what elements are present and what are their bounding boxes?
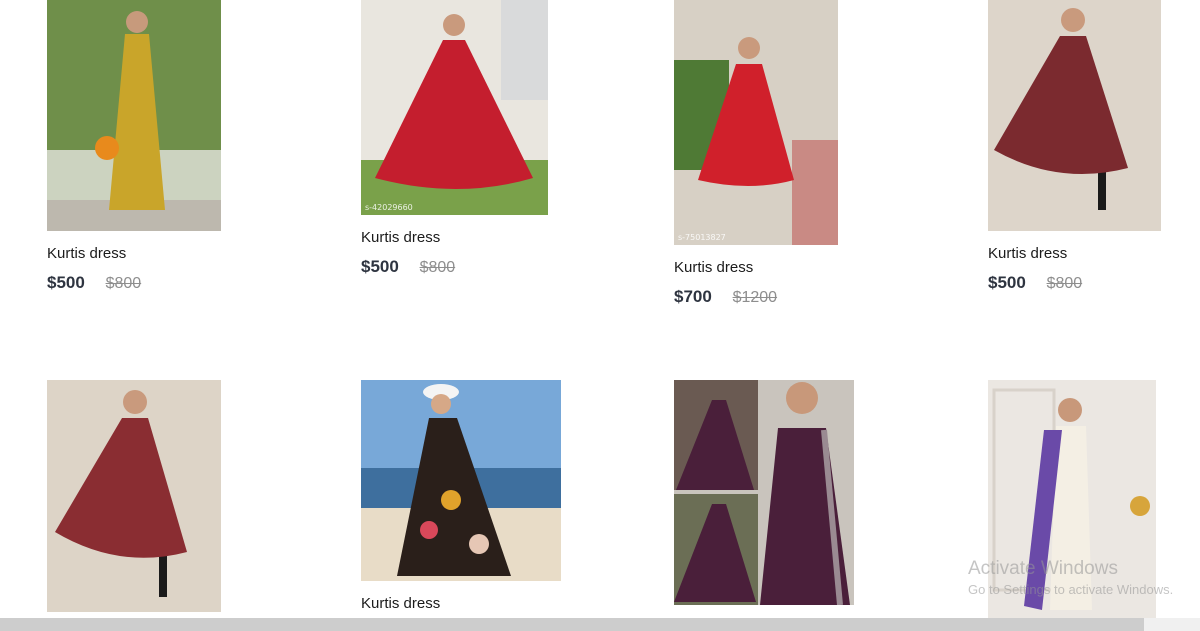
model-head	[1058, 398, 1082, 422]
fruit-basket	[95, 136, 119, 160]
product-photo	[361, 380, 561, 581]
print-flower	[469, 534, 489, 554]
print-flower	[441, 490, 461, 510]
lamp	[1130, 496, 1150, 516]
product-name[interactable]: Kurtis dress	[674, 259, 838, 276]
watermark-title: Activate Windows	[968, 558, 1118, 579]
model-head	[443, 14, 465, 36]
product-photo	[674, 380, 854, 605]
watermark-subtitle: Go to Settings to activate Windows.	[968, 582, 1174, 597]
original-price: $1200	[732, 289, 778, 306]
activation-watermark: Activate Windows Go to Settings to activ…	[968, 558, 1173, 597]
original-price: $800	[105, 275, 142, 292]
product-card[interactable]: s-75013827 Kurtis dress $700 $1200	[674, 0, 838, 307]
price-row: $700 $1200	[674, 287, 838, 307]
product-photo	[47, 380, 221, 612]
product-photo	[361, 0, 548, 215]
product-name[interactable]: Kurtis dress	[988, 245, 1161, 262]
price-row: $500 $800	[47, 273, 221, 293]
sale-price: $700	[674, 287, 712, 306]
model-head	[126, 11, 148, 33]
sku-label: s-75013827	[678, 233, 726, 242]
product-image[interactable]: s-75013827	[674, 0, 838, 245]
model-head	[123, 390, 147, 414]
product-card[interactable]	[674, 380, 854, 605]
sale-price: $500	[47, 273, 85, 292]
product-photo	[47, 0, 221, 231]
product-card[interactable]	[47, 380, 221, 612]
product-image[interactable]	[361, 380, 561, 581]
sku-label: s-42029660	[365, 203, 413, 212]
model-head	[431, 394, 451, 414]
price-row: $500 $800	[361, 257, 548, 277]
product-image[interactable]	[988, 0, 1161, 231]
original-price: $800	[1046, 275, 1083, 292]
pillar	[792, 140, 838, 245]
product-photo	[988, 0, 1161, 231]
scrollbar-thumb[interactable]	[0, 618, 1144, 631]
original-price: $800	[419, 259, 456, 276]
print-flower	[420, 521, 438, 539]
building	[501, 0, 548, 100]
product-card[interactable]: Kurtis dress $500 $800	[988, 0, 1161, 293]
sale-price: $500	[361, 257, 399, 276]
product-image[interactable]	[674, 380, 854, 605]
sale-price: $500	[988, 273, 1026, 292]
model-head	[786, 382, 818, 414]
product-card[interactable]: Kurtis dress $500 $800	[47, 0, 221, 293]
model-head	[738, 37, 760, 59]
product-name[interactable]: Kurtis dress	[47, 245, 221, 262]
product-image[interactable]	[47, 380, 221, 612]
price-row: $500 $800	[988, 273, 1161, 293]
product-name[interactable]: Kurtis dress	[361, 595, 561, 612]
product-name[interactable]: Kurtis dress	[361, 229, 548, 246]
product-card[interactable]: s-42029660 Kurtis dress $500 $800	[361, 0, 548, 277]
product-image[interactable]	[47, 0, 221, 231]
product-image[interactable]: s-42029660	[361, 0, 548, 215]
horizontal-scrollbar[interactable]	[0, 618, 1200, 631]
product-card[interactable]: Kurtis dress	[361, 380, 561, 612]
model-head	[1061, 8, 1085, 32]
product-photo	[674, 0, 838, 245]
